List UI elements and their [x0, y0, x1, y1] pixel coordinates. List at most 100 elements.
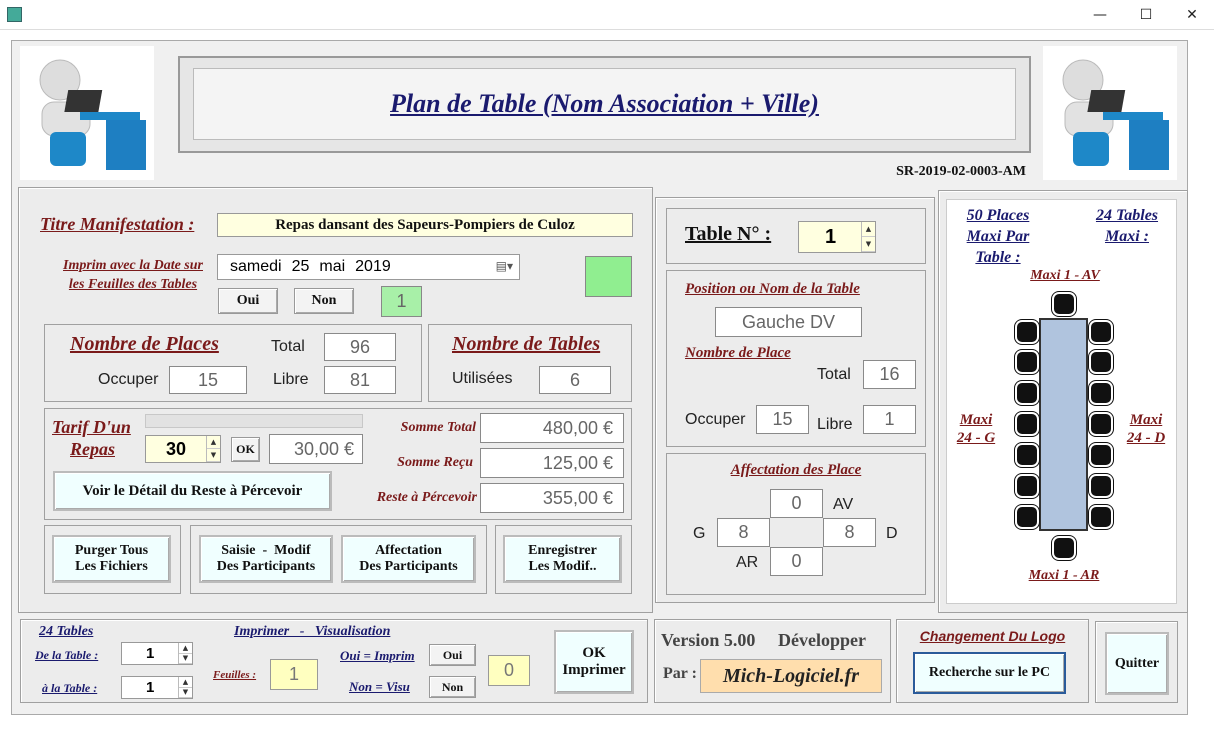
table-number-spinner[interactable]: ▲ ▼ — [861, 222, 875, 252]
purger-line2: Les Fichiers — [75, 559, 148, 574]
maxi-g-1: Maxi — [959, 412, 993, 428]
print-count: 0 — [488, 655, 530, 686]
saisie-line1: Saisie - Modif — [221, 543, 311, 558]
quit-button[interactable]: Quitter — [1105, 632, 1169, 695]
calendar-icon[interactable]: ▤▾ — [496, 259, 513, 273]
table-libre-label: Libre — [817, 416, 853, 433]
places-max-1: 50 Places — [966, 207, 1030, 224]
progress-bar — [145, 414, 363, 428]
date-non-button[interactable]: Non — [294, 288, 354, 314]
status-indicator — [585, 256, 632, 297]
places-total-label: Total — [271, 338, 305, 355]
places-libre-field: 81 — [324, 366, 396, 394]
de-table-input[interactable]: 1 ▲ ▼ — [121, 642, 193, 665]
affectation-button[interactable]: Affectation Des Participants — [341, 535, 476, 583]
seat-g — [1017, 322, 1037, 342]
purger-button[interactable]: Purger Tous Les Fichiers — [52, 535, 171, 583]
feuilles-field: 1 — [270, 659, 318, 690]
non-visu-label: Non = Visu — [349, 679, 410, 694]
seat-g — [1017, 383, 1037, 403]
table-shape — [1039, 318, 1088, 531]
tables-used-field: 6 — [539, 366, 611, 394]
affect-line2: Des Participants — [359, 559, 458, 574]
tables-max-1: 24 Tables — [1095, 207, 1159, 224]
table-number-input[interactable]: 1 ▲ ▼ — [798, 221, 876, 253]
search-logo-button[interactable]: Recherche sur le PC — [913, 652, 1066, 694]
enreg-line2: Les Modif.. — [528, 559, 597, 574]
logo-label: Changement Du Logo — [919, 628, 1066, 644]
detail-reste-button[interactable]: Voir le Détail du Reste à Pércevoir — [53, 471, 332, 511]
av-field: 0 — [770, 489, 823, 518]
g-field: 8 — [717, 518, 770, 547]
feuilles-label: Feuilles : — [213, 669, 257, 681]
ok-line2: Imprimer — [562, 662, 626, 678]
maxi-av-label: Maxi 1 - AV — [1030, 268, 1100, 283]
seat-g — [1017, 352, 1037, 372]
logo-left — [20, 46, 154, 180]
date-num: 25 — [291, 258, 310, 275]
date-oui-button[interactable]: Oui — [218, 288, 278, 314]
places-max-2: Maxi Par — [966, 228, 1030, 245]
places-max-label: 50 Places Maxi Par Table : — [953, 205, 1043, 268]
table-total-field: 16 — [863, 360, 916, 389]
a-table-spinner[interactable]: ▲ ▼ — [178, 677, 192, 698]
seat-d — [1091, 414, 1111, 434]
tarif-ok-button[interactable]: OK — [231, 437, 260, 462]
enregistrer-button[interactable]: Enregistrer Les Modif.. — [503, 535, 622, 583]
somme-recu-field: 125,00 € — [480, 448, 624, 478]
av-label: AV — [833, 496, 854, 513]
user-computer-icon — [1062, 59, 1169, 170]
enreg-line1: Enregistrer — [528, 543, 597, 558]
seat-g — [1017, 445, 1037, 465]
maximize-button[interactable]: ☐ — [1123, 0, 1169, 30]
seat-d — [1091, 352, 1111, 372]
date-print-label: Imprim avec la Date sur les Feuilles des… — [63, 258, 203, 292]
maxi-g-label: Maxi 24 - G — [952, 411, 1000, 447]
seat-ar — [1054, 538, 1074, 558]
somme-recu-label: Somme Reçu — [397, 455, 473, 470]
seat-d — [1091, 383, 1111, 403]
seat-d — [1091, 507, 1111, 527]
places-occuper-field: 15 — [169, 366, 247, 394]
tables-max-label: 24 Tables Maxi : — [1084, 205, 1170, 247]
version-text: Version 5.00 — [661, 630, 756, 650]
date-flag: 1 — [381, 286, 422, 317]
manifestation-field[interactable]: Repas dansant des Sapeurs-Pompiers de Cu… — [217, 213, 633, 237]
seat-g — [1017, 476, 1037, 496]
de-table-spinner[interactable]: ▲ ▼ — [178, 643, 192, 664]
close-button[interactable]: ✕ — [1169, 0, 1214, 30]
table-occuper-label: Occuper — [685, 411, 746, 428]
seat-g — [1017, 507, 1037, 527]
par-label: Par : — [663, 665, 697, 682]
developer-label: Développer — [778, 630, 866, 650]
de-table-label: De la Table : — [35, 648, 99, 662]
maxi-d-1: Maxi — [1129, 412, 1163, 428]
maxi-d-label: Maxi 24 - D — [1122, 411, 1170, 447]
date-picker[interactable]: samedi 25 mai 2019 ▤▾ — [217, 254, 520, 280]
date-month: mai — [319, 258, 346, 275]
tarif-input[interactable]: 30 ▲ ▼ — [145, 435, 221, 463]
seat-d — [1091, 445, 1111, 465]
reference-code: SR-2019-02-0003-AM — [896, 164, 1026, 179]
date-day: samedi — [230, 258, 282, 275]
position-field[interactable]: Gauche DV — [715, 307, 862, 337]
saisie-button[interactable]: Saisie - Modif Des Participants — [199, 535, 333, 583]
tarif-label-2: Repas — [70, 439, 115, 459]
ok-line1: OK — [582, 645, 606, 661]
position-label: Position ou Nom de la Table — [685, 281, 860, 297]
print-oui-button[interactable]: Oui — [429, 644, 476, 666]
ok-imprimer-button[interactable]: OK Imprimer — [554, 630, 634, 694]
places-total-field: 96 — [324, 333, 396, 361]
a-table-input[interactable]: 1 ▲ ▼ — [121, 676, 193, 699]
tarif-amount: 30,00 € — [269, 434, 363, 464]
print-non-button[interactable]: Non — [429, 676, 476, 698]
de-table-value: 1 — [146, 645, 155, 662]
places-label: Nombre de Places — [70, 333, 219, 355]
affect-line1: Affectation — [375, 543, 442, 558]
print-title: Imprimer - Visualisation — [234, 624, 391, 639]
tarif-spinner[interactable]: ▲ ▼ — [206, 436, 220, 462]
d-label: D — [886, 525, 898, 542]
affectation-label: Affectation des Place — [730, 462, 862, 478]
app-icon — [7, 7, 22, 22]
minimize-button[interactable]: — — [1077, 0, 1123, 30]
